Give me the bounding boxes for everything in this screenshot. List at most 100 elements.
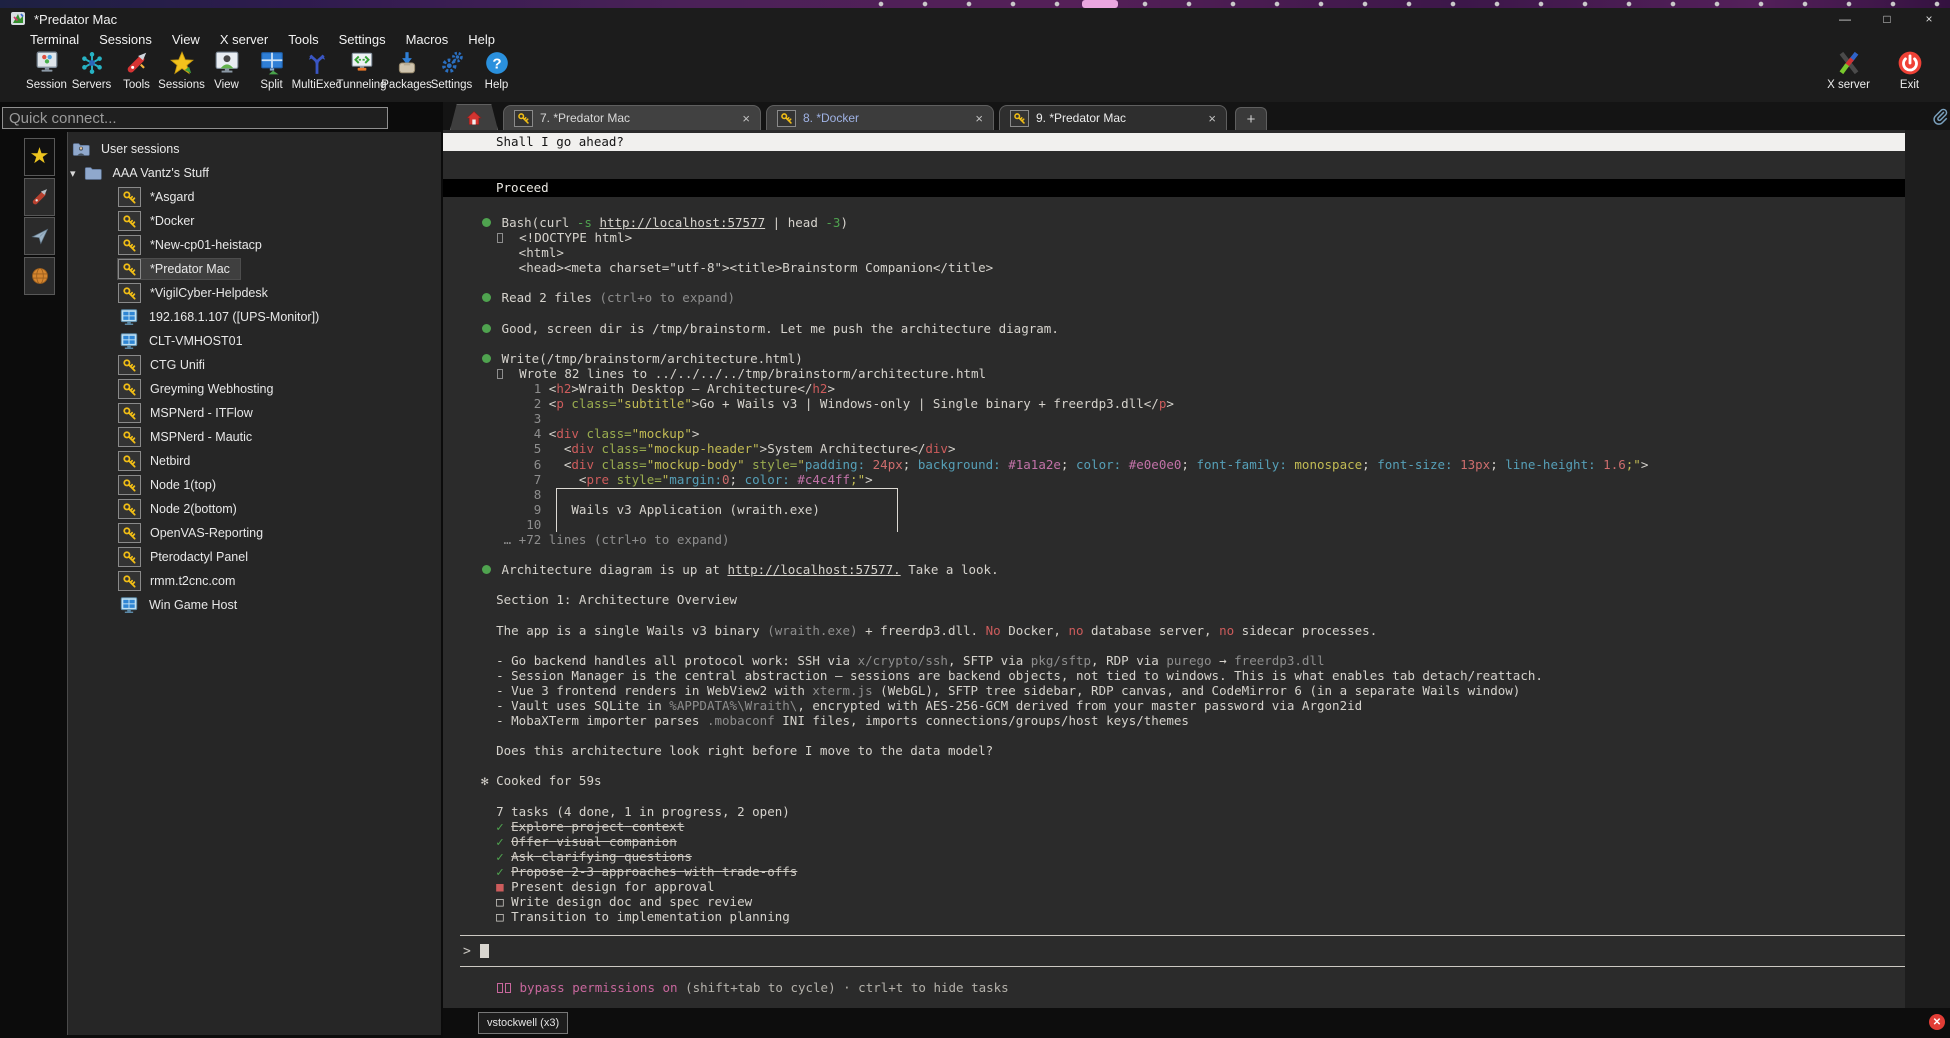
terminal-line: Section 1: Architecture Overview [443, 592, 1905, 607]
session-tree-item[interactable]: Netbird [118, 450, 200, 472]
session-item-label: *Asgard [150, 190, 194, 204]
session-tree-item[interactable]: *Asgard [118, 186, 204, 208]
session-item-wrap: *Docker [118, 211, 204, 231]
menu-item-terminal[interactable]: Terminal [20, 32, 89, 47]
toolbar-button-split[interactable]: Split [249, 48, 294, 91]
settings-gears-icon [439, 50, 465, 76]
ssh-key-icon [777, 110, 796, 127]
chevron-down-icon: ▾ [70, 167, 76, 180]
close-icon[interactable]: × [965, 111, 983, 126]
terminal-line: ✓ Explore project context [443, 819, 1905, 834]
tab-9-predator-mac[interactable]: 9. *Predator Mac× [999, 105, 1227, 130]
session-tree-item[interactable]: Node 2(bottom) [118, 498, 247, 520]
close-icon[interactable]: × [1198, 111, 1216, 126]
toolbar-button-exit[interactable]: Exit [1887, 48, 1932, 91]
session-tree-item[interactable]: OpenVAS-Reporting [118, 522, 273, 544]
session-tree-item[interactable]: Win Game Host [118, 594, 247, 616]
menu-item-tools[interactable]: Tools [278, 32, 328, 47]
close-circle-icon[interactable]: ✕ [1929, 1014, 1945, 1030]
tab-8-docker[interactable]: 8. *Docker× [766, 105, 994, 130]
toolbar-button-servers[interactable]: Servers [69, 48, 114, 91]
new-tab-button[interactable]: + [1235, 107, 1267, 130]
terminal-line: - MobaXTerm importer parses .mobaconf IN… [443, 713, 1905, 728]
rail-button-sessions-star-icon[interactable]: ★ [24, 138, 55, 176]
claude-input-box[interactable]: > [460, 935, 1905, 967]
session-tree-item[interactable]: CTG Unifi [118, 354, 215, 376]
session-tree-item[interactable]: rmm.t2cnc.com [118, 570, 245, 592]
session-item-wrap: Netbird [118, 451, 200, 471]
terminal-line: 5 <div class="mockup-header">System Arch… [443, 441, 1905, 456]
menu-item-settings[interactable]: Settings [329, 32, 396, 47]
terminal-blank-line [443, 728, 1905, 743]
terminal-line: 8 [443, 487, 1905, 502]
maximize-button[interactable]: □ [1866, 8, 1908, 30]
toolbar-button-settings[interactable]: Settings [429, 48, 474, 91]
session-tree-item[interactable]: MSPNerd - ITFlow [118, 402, 263, 424]
terminal-line: □ Write design doc and spec review [443, 894, 1905, 909]
menu-item-help[interactable]: Help [458, 32, 505, 47]
title-bar: *Predator Mac —□× [0, 8, 1950, 30]
terminal-blank-line [443, 577, 1905, 592]
bottom-session-tab[interactable]: vstockwell (x3) [478, 1012, 568, 1034]
rail-button-network-globe-icon[interactable] [24, 257, 55, 295]
toolbar-button-sessions[interactable]: Sessions [159, 48, 204, 91]
session-tree-item[interactable]: Pterodactyl Panel [118, 546, 258, 568]
tree-root-user-sessions[interactable]: User sessions [70, 138, 180, 160]
window-title: *Predator Mac [34, 12, 117, 27]
claude-dialog-question: Shall I go ahead? [443, 133, 1905, 151]
session-item-label: *Docker [150, 214, 194, 228]
menu-item-sessions[interactable]: Sessions [89, 32, 162, 47]
ssh-key-icon [118, 283, 141, 303]
session-tree-item[interactable]: *Predator Mac [118, 258, 240, 280]
session-tree-item[interactable]: MSPNerd - Mautic [118, 426, 262, 448]
ssh-key-icon [118, 379, 141, 399]
ssh-key-icon [118, 355, 141, 375]
toolbar-left-group: SessionServersToolsSessionsViewSplitMult… [0, 48, 519, 91]
minimize-button[interactable]: — [1824, 8, 1866, 30]
prompt-char: > [460, 944, 471, 959]
toolbar-button-multiexec[interactable]: MultiExec [294, 48, 339, 91]
tab-7-predator-mac[interactable]: 7. *Predator Mac× [503, 105, 761, 130]
mobaxterm-logo-icon [10, 11, 26, 27]
close-button[interactable]: × [1908, 8, 1950, 30]
toolbar-button-tunneling[interactable]: Tunneling [339, 48, 384, 91]
terminal-blank-line [443, 789, 1905, 804]
session-tree-item[interactable]: *VigilCyber-Helpdesk [118, 282, 278, 304]
claude-dialog-option-proceed[interactable]: Proceed [443, 179, 1905, 197]
ssh-key-icon [118, 211, 141, 231]
tree-folder-aaa-vantzs-stuff[interactable]: ▾AAA Vantz's Stuff [70, 162, 209, 184]
toolbar-button-session[interactable]: Session [24, 48, 69, 91]
menu-item-view[interactable]: View [162, 32, 210, 47]
session-item-wrap: 192.168.1.107 ([UPS-Monitor]) [118, 308, 329, 327]
terminal-line: ✓ Propose 2-3 approaches with trade-offs [443, 864, 1905, 879]
session-tree-item[interactable]: *New-cp01-heistacp [118, 234, 272, 256]
rail-button-macros-plane-icon[interactable] [24, 217, 55, 255]
rdp-monitor-icon [118, 308, 140, 327]
session-tree-item[interactable]: *Docker [118, 210, 204, 232]
rail-button-tools-knife-icon[interactable] [24, 178, 55, 216]
toolbar-label: Exit [1900, 79, 1919, 91]
toolbar-button-x server[interactable]: X server [1826, 48, 1871, 91]
terminal-line: Does this architecture look right before… [443, 743, 1905, 758]
toolbar-button-tools[interactable]: Tools [114, 48, 159, 91]
user-folder-icon [70, 140, 92, 159]
toolbar-button-packages[interactable]: Packages [384, 48, 429, 91]
paperclip-icon[interactable] [1931, 107, 1949, 127]
home-tab[interactable] [450, 104, 498, 130]
session-tree-item[interactable]: Node 1(top) [118, 474, 226, 496]
quick-connect-input[interactable] [2, 107, 388, 129]
toolbar-label: Servers [72, 79, 112, 91]
terminal-line: ■ Present design for approval [443, 879, 1905, 894]
menu-item-macros[interactable]: Macros [396, 32, 459, 47]
session-tree-item[interactable]: CLT-VMHOST01 [118, 330, 253, 352]
toolbar-button-help[interactable]: ?Help [474, 48, 519, 91]
close-icon[interactable]: × [732, 111, 750, 126]
terminal-line: Bash(curl -s http://localhost:57577 | he… [443, 215, 1905, 230]
menu-item-x-server[interactable]: X server [210, 32, 278, 47]
ssh-key-icon [118, 259, 141, 279]
toolbar-button-view[interactable]: View [204, 48, 249, 91]
ssh-key-icon [118, 451, 141, 471]
session-tree-item[interactable]: Greyming Webhosting [118, 378, 283, 400]
taskbar-dots [878, 1, 1950, 7]
session-tree-item[interactable]: 192.168.1.107 ([UPS-Monitor]) [118, 306, 329, 328]
